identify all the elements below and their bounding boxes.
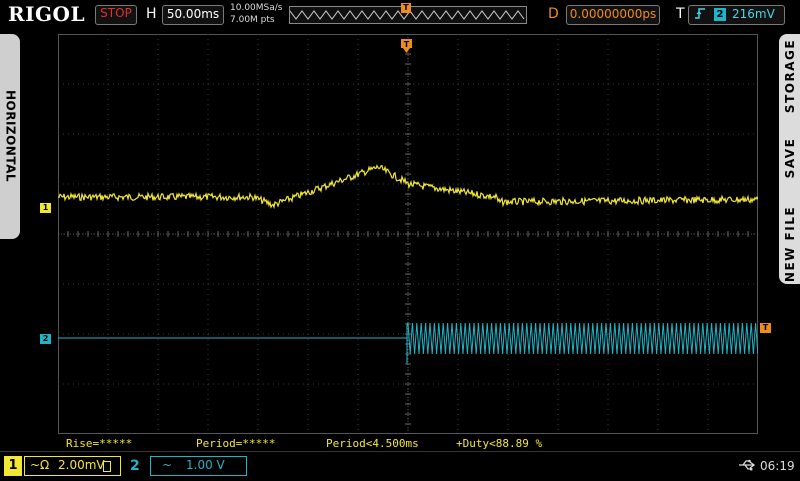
brand-logo: RIGOL: [8, 2, 86, 26]
delay-label: D: [548, 6, 559, 22]
trigger-position-marker: T: [401, 3, 411, 13]
timebase-value[interactable]: 50.00ms: [162, 7, 224, 21]
memory-depth: 7.00M pts: [230, 15, 275, 25]
bandwidth-limit-icon: [103, 461, 111, 472]
ch1-scale[interactable]: 2.00mV: [58, 458, 105, 472]
ch2-offset-marker[interactable]: 2: [40, 334, 51, 344]
clock: 06:19: [760, 459, 795, 473]
graticule: [57, 33, 759, 435]
trigger-level[interactable]: 216mV: [732, 7, 775, 21]
trigger-channel-badge: 2: [714, 8, 726, 21]
measurement-rise: Rise=*****: [66, 437, 133, 450]
rising-edge-icon: [694, 7, 706, 23]
trigger-level-marker[interactable]: T: [760, 323, 771, 333]
sample-rate: 10.00MSa/s: [230, 3, 283, 13]
measurement-duty: +Duty<88.89 %: [456, 437, 543, 450]
ch2-indicator[interactable]: 2: [130, 458, 140, 474]
ch1-indicator[interactable]: 1: [4, 456, 22, 476]
waveform-display[interactable]: [57, 33, 759, 438]
delay-value[interactable]: 0.00000000ps: [566, 7, 660, 21]
usb-icon: [738, 459, 756, 475]
svg-text:T: T: [404, 40, 410, 49]
run-state[interactable]: STOP: [95, 6, 137, 20]
trigger-time-marker[interactable]: T: [401, 38, 412, 57]
new-file-label[interactable]: NEW FILE: [780, 174, 800, 314]
horizontal-label: H: [146, 6, 157, 22]
horizontal-menu-label: HORIZONTAL: [3, 89, 18, 183]
trigger-label: T: [676, 6, 685, 22]
measurement-period-ch2: Period<4.500ms: [326, 437, 419, 450]
ch1-offset-marker[interactable]: 1: [40, 203, 51, 213]
ch2-coupling: ~: [162, 458, 173, 472]
measurement-period: Period=*****: [196, 437, 276, 450]
ch2-scale[interactable]: 1.00 V: [186, 458, 225, 472]
ch1-coupling: ~Ω: [30, 458, 50, 472]
ch1-trace: [57, 164, 759, 210]
